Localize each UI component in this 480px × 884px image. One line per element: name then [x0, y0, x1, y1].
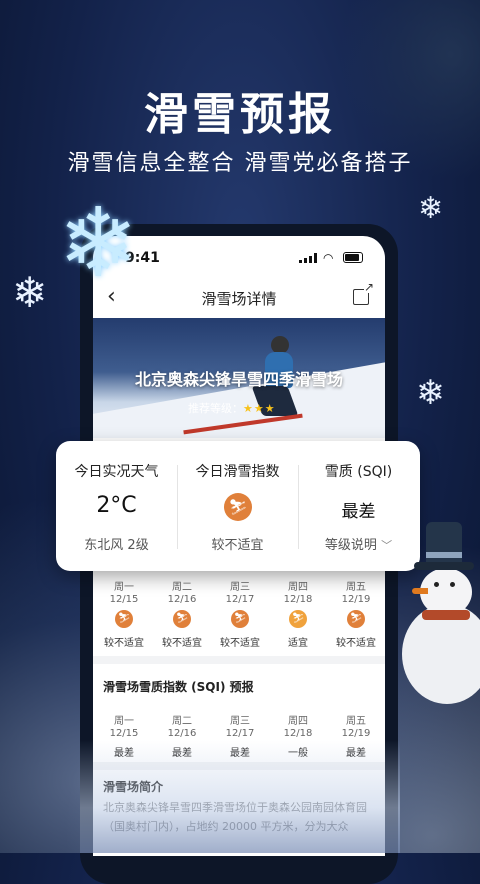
- sqi-day-name: 周一: [114, 716, 134, 727]
- sqi-day-value: 最差: [114, 748, 134, 759]
- sqi-day-name: 周二: [172, 716, 192, 727]
- ski-index-column: 今日滑雪指数 ⛷ 较不适宜: [177, 441, 298, 571]
- forecast-date: 12/19: [341, 594, 371, 605]
- forecast-status: 适宜: [288, 638, 308, 649]
- star-icons: ★★★: [243, 402, 276, 415]
- section-divider: [93, 762, 385, 770]
- snowflake-icon: ❄: [58, 187, 139, 299]
- weather-label: 今日实况天气: [74, 464, 159, 480]
- intro-title: 滑雪场简介: [103, 780, 164, 794]
- signal-icon: [299, 252, 317, 263]
- sqi-section-title: 滑雪场雪质指数 (SQI) 预报: [103, 680, 254, 694]
- resort-name: 北京奥森尖锋旱雪四季滑雪场: [134, 370, 343, 389]
- sqi-date: 12/17: [225, 728, 255, 739]
- forecast-day-name: 周一: [114, 582, 134, 593]
- weekly-ski-forecast: 周一 12/15 ⛷ 较不适宜 周二 12/16 ⛷ 较不适宜 周三 12/17 ⛷ 较不适宜 周四 12…: [93, 576, 385, 649]
- skier-icon: ⛷: [231, 610, 249, 628]
- wind-text: 东北风 2级: [84, 538, 149, 553]
- hero-title: 滑雪预报: [144, 89, 336, 140]
- snowman-decoration: [394, 516, 480, 776]
- sqi-date: 12/15: [109, 728, 139, 739]
- sqi-day-value: 最差: [172, 748, 192, 759]
- forecast-date: 12/17: [225, 594, 255, 605]
- sqi-date: 12/18: [283, 728, 313, 739]
- forecast-status: 较不适宜: [162, 638, 202, 649]
- forecast-day-name: 周五: [346, 582, 366, 593]
- chevron-down-icon: ﹀: [381, 539, 393, 552]
- intro-text: 北京奥森尖锋旱雪四季滑雪场位于奥森公园南园体育园（国奥村门内），占地约 2000…: [103, 801, 367, 833]
- resort-banner: 北京奥森尖锋旱雪四季滑雪场 推荐等级：★★★: [93, 318, 385, 438]
- sqi-date: 12/19: [341, 728, 371, 739]
- section-divider: [93, 656, 385, 664]
- weather-column: 今日实况天气 2°C 东北风 2级: [56, 441, 177, 571]
- ski-index-label: 今日滑雪指数: [195, 464, 280, 480]
- forecast-day-name: 周二: [172, 582, 192, 593]
- snowflake-icon: ❄: [12, 268, 48, 317]
- share-icon[interactable]: [353, 281, 374, 305]
- sqi-day-value: 最差: [230, 748, 250, 759]
- forecast-date: 12/18: [283, 594, 313, 605]
- forecast-day-name: 周三: [230, 582, 250, 593]
- wifi-icon: ◠: [323, 250, 334, 265]
- skier-icon: ⛷: [289, 610, 307, 628]
- sqi-day-name: 周三: [230, 716, 250, 727]
- sqi-day-name: 周四: [288, 716, 308, 727]
- snowflake-icon: ❄: [416, 373, 445, 413]
- sqi-explain-label: 等级说明: [324, 538, 377, 553]
- skier-icon: ⛷: [224, 493, 252, 521]
- forecast-status: 较不适宜: [104, 638, 144, 649]
- forecast-status: 较不适宜: [220, 638, 260, 649]
- sqi-day-value: 最差: [346, 748, 366, 759]
- today-summary-card: 今日实况天气 2°C 东北风 2级 今日滑雪指数 ⛷ 较不适宜 雪质 (SQI)…: [56, 441, 420, 571]
- sqi-day-value: 一般: [288, 748, 308, 759]
- forecast-date: 12/16: [167, 594, 197, 605]
- ski-index-value: 较不适宜: [211, 538, 264, 553]
- rating: 推荐等级：★★★: [188, 402, 276, 415]
- snowflake-icon: ❄: [418, 191, 444, 226]
- sqi-day-name: 周五: [346, 716, 366, 727]
- status-icons: ◠: [299, 250, 363, 265]
- sqi-date: 12/16: [167, 728, 197, 739]
- skier-icon: ⛷: [173, 610, 191, 628]
- forecast-date: 12/15: [109, 594, 139, 605]
- hero-subtitle: 滑雪信息全整合 滑雪党必备搭子: [67, 151, 413, 176]
- skier-icon: ⛷: [115, 610, 133, 628]
- sqi-label: 雪质 (SQI): [324, 464, 393, 480]
- rating-label: 推荐等级: [188, 402, 232, 415]
- forecast-day-name: 周四: [288, 582, 308, 593]
- forecast-status: 较不适宜: [336, 638, 376, 649]
- temperature-value: 2°C: [96, 493, 137, 518]
- skier-icon: ⛷: [347, 610, 365, 628]
- battery-icon: [343, 252, 363, 263]
